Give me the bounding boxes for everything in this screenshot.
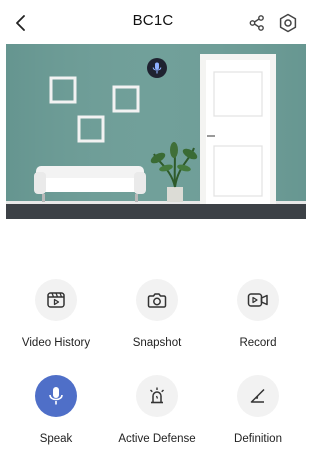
video-history-label: Video History (21, 337, 91, 349)
definition-button[interactable]: Definition (208, 375, 308, 445)
speak-label: Speak (39, 433, 73, 445)
alarm-light-icon (150, 387, 164, 404)
share-icon (249, 15, 264, 31)
settings-button[interactable] (276, 11, 300, 35)
record-button[interactable]: Record (208, 279, 308, 349)
talk-indicator-button[interactable] (147, 58, 167, 78)
camera-icon (147, 293, 167, 308)
record-icon (247, 293, 268, 307)
definition-icon (250, 388, 265, 403)
microphone-icon (152, 62, 162, 74)
top-bar: BC1C (0, 0, 306, 44)
snapshot-button-circle[interactable] (136, 279, 178, 321)
share-button[interactable] (246, 12, 268, 34)
settings-icon (279, 13, 297, 33)
definition-label: Definition (234, 433, 282, 445)
active-defense-button[interactable]: Active Defense (107, 375, 207, 445)
active-defense-button-circle[interactable] (136, 375, 178, 417)
speak-button[interactable]: Speak (6, 375, 106, 445)
video-history-button[interactable]: Video History (6, 279, 106, 349)
speak-button-circle[interactable] (35, 375, 77, 417)
snapshot-button[interactable]: Snapshot (107, 279, 207, 349)
record-label: Record (239, 337, 277, 349)
record-button-circle[interactable] (237, 279, 279, 321)
definition-button-circle[interactable] (237, 375, 279, 417)
video-history-icon (47, 292, 65, 308)
microphone-icon (49, 387, 63, 405)
active-defense-label: Active Defense (118, 433, 196, 445)
snapshot-label: Snapshot (132, 337, 182, 349)
video-history-button-circle[interactable] (35, 279, 77, 321)
